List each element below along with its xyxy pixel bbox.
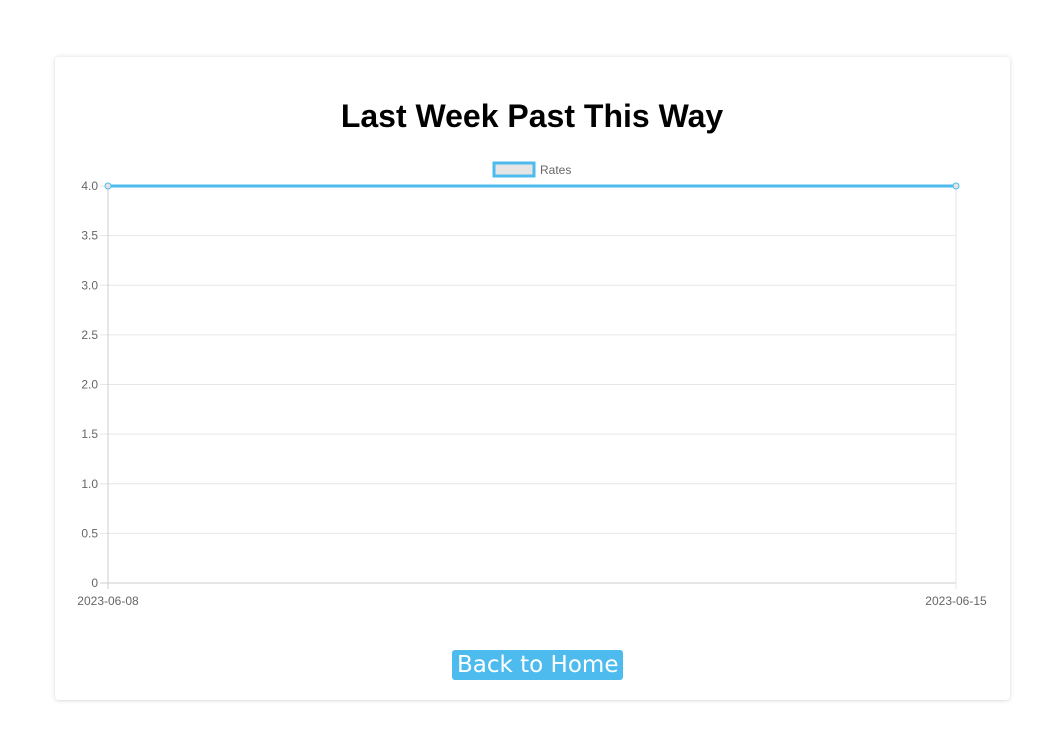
chart-legend[interactable]: Rates: [492, 161, 571, 178]
y-tick-label: 3.0: [81, 278, 98, 292]
y-tick-label: 1.0: [81, 477, 98, 491]
y-tick-label: 2.0: [81, 378, 98, 392]
data-point: [104, 182, 112, 190]
y-tick-label: 0.5: [81, 526, 98, 540]
y-tick-label: 2.5: [81, 328, 98, 342]
x-tick-label: 2023-06-15: [925, 594, 987, 608]
y-tick-label: 4.0: [81, 179, 98, 193]
back-to-home-button[interactable]: Back to Home: [452, 650, 624, 680]
chart-series: [104, 182, 960, 190]
chart-axes: 0 0.5 1.0 1.5 2.0 2.5 3.0 3.5 4.0 2023-06-08 2023-…: [77, 179, 987, 608]
data-point: [952, 182, 960, 190]
y-tick-label: 3.5: [81, 229, 98, 243]
y-tick-label: 0: [91, 576, 98, 590]
grid-lines: [100, 185, 957, 589]
rates-chart: 0 0.5 1.0 1.5 2.0 2.5 3.0 3.5 4.0 2023-06-08 2023-…: [77, 161, 987, 608]
legend-label[interactable]: Rates: [540, 163, 571, 177]
x-tick-label: 2023-06-08: [77, 594, 139, 608]
y-tick-label: 1.5: [81, 427, 98, 441]
legend-swatch[interactable]: [492, 161, 536, 178]
